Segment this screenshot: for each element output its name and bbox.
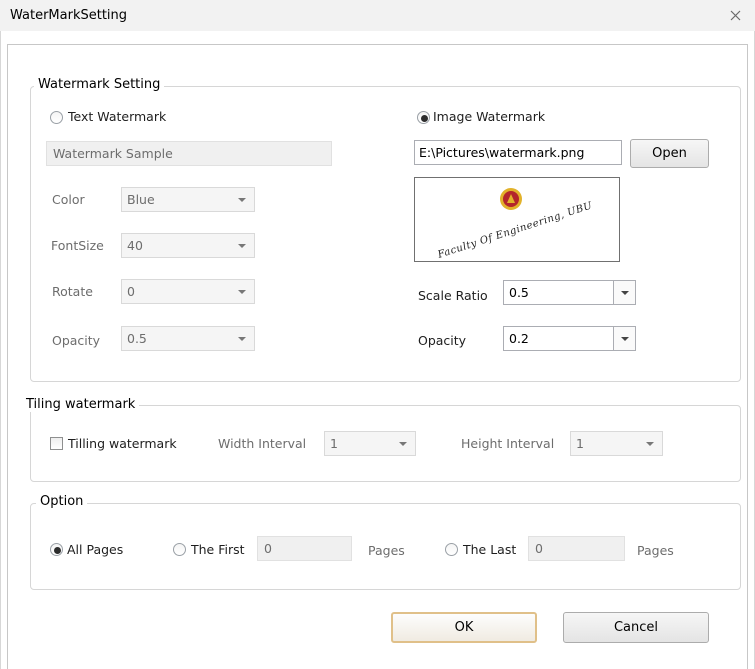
chevron-down-icon	[238, 337, 246, 341]
close-icon	[730, 6, 741, 24]
fontsize-select-value: 40	[127, 238, 143, 253]
all-pages-radio[interactable]	[50, 543, 63, 556]
the-first-label[interactable]: The First	[191, 542, 245, 557]
the-first-input[interactable]: 0	[257, 536, 352, 561]
preview-watermark-text: Faculty Of Engineering, UBU	[436, 200, 594, 261]
rotate-label: Rotate	[52, 284, 93, 299]
watermark-image-preview: Faculty Of Engineering, UBU	[414, 177, 620, 262]
text-opacity-select[interactable]: 0.5	[121, 326, 255, 351]
watermark-text-input[interactable]: Watermark Sample	[46, 141, 332, 166]
close-button[interactable]	[720, 3, 750, 27]
image-opacity-select-value: 0.2	[509, 331, 529, 346]
tiling-checkbox[interactable]	[50, 437, 63, 450]
height-interval-label: Height Interval	[461, 436, 555, 451]
cancel-button[interactable]: Cancel	[563, 612, 709, 643]
chevron-down-icon	[621, 337, 629, 341]
the-first-radio[interactable]	[173, 543, 186, 556]
text-opacity-label: Opacity	[52, 333, 101, 348]
tiling-watermark-title: Tiling watermark	[22, 397, 140, 412]
image-watermark-radio[interactable]	[417, 111, 430, 124]
scale-ratio-label: Scale Ratio	[418, 288, 488, 303]
all-pages-label[interactable]: All Pages	[67, 542, 123, 557]
fontsize-label: FontSize	[51, 238, 104, 253]
height-interval-select-value: 1	[576, 436, 584, 451]
chevron-down-icon	[399, 442, 407, 446]
the-last-radio[interactable]	[445, 543, 458, 556]
title-bar[interactable]: WaterMarkSetting	[0, 0, 755, 31]
the-last-label[interactable]: The Last	[463, 542, 516, 557]
open-button[interactable]: Open	[630, 139, 709, 168]
fontsize-select[interactable]: 40	[121, 233, 255, 258]
width-interval-select-value: 1	[330, 436, 338, 451]
color-select-value: Blue	[127, 192, 155, 207]
window-title: WaterMarkSetting	[10, 8, 128, 23]
width-interval-select[interactable]: 1	[324, 431, 416, 456]
watermark-setting-title: Watermark Setting	[34, 77, 165, 92]
chevron-down-icon	[238, 244, 246, 248]
color-label: Color	[52, 192, 85, 207]
width-interval-label: Width Interval	[218, 436, 307, 451]
the-last-input[interactable]: 0	[528, 536, 625, 561]
tiling-checkbox-label[interactable]: Tilling watermark	[68, 436, 177, 451]
color-select[interactable]: Blue	[121, 187, 255, 212]
image-opacity-label: Opacity	[418, 333, 467, 348]
chevron-down-icon	[621, 291, 629, 295]
text-watermark-label[interactable]: Text Watermark	[68, 109, 166, 124]
pages-label-1: Pages	[368, 543, 405, 558]
image-path-input[interactable]: E:\Pictures\watermark.png	[414, 140, 622, 165]
scale-ratio-select-value: 0.5	[509, 285, 529, 300]
height-interval-select[interactable]: 1	[570, 431, 663, 456]
chevron-down-icon	[238, 290, 246, 294]
image-watermark-label[interactable]: Image Watermark	[433, 109, 545, 124]
pages-label-2: Pages	[637, 543, 674, 558]
chevron-down-icon	[238, 198, 246, 202]
text-watermark-radio[interactable]	[50, 111, 63, 124]
scale-ratio-select[interactable]: 0.5	[503, 280, 636, 305]
text-opacity-select-value: 0.5	[127, 331, 147, 346]
option-title: Option	[36, 494, 88, 509]
chevron-down-icon	[646, 442, 654, 446]
rotate-select-value: 0	[127, 284, 135, 299]
image-opacity-select[interactable]: 0.2	[503, 326, 636, 351]
ok-button[interactable]: OK	[391, 612, 537, 643]
rotate-select[interactable]: 0	[121, 279, 255, 304]
faculty-logo: Faculty Of Engineering, UBU	[436, 188, 594, 261]
